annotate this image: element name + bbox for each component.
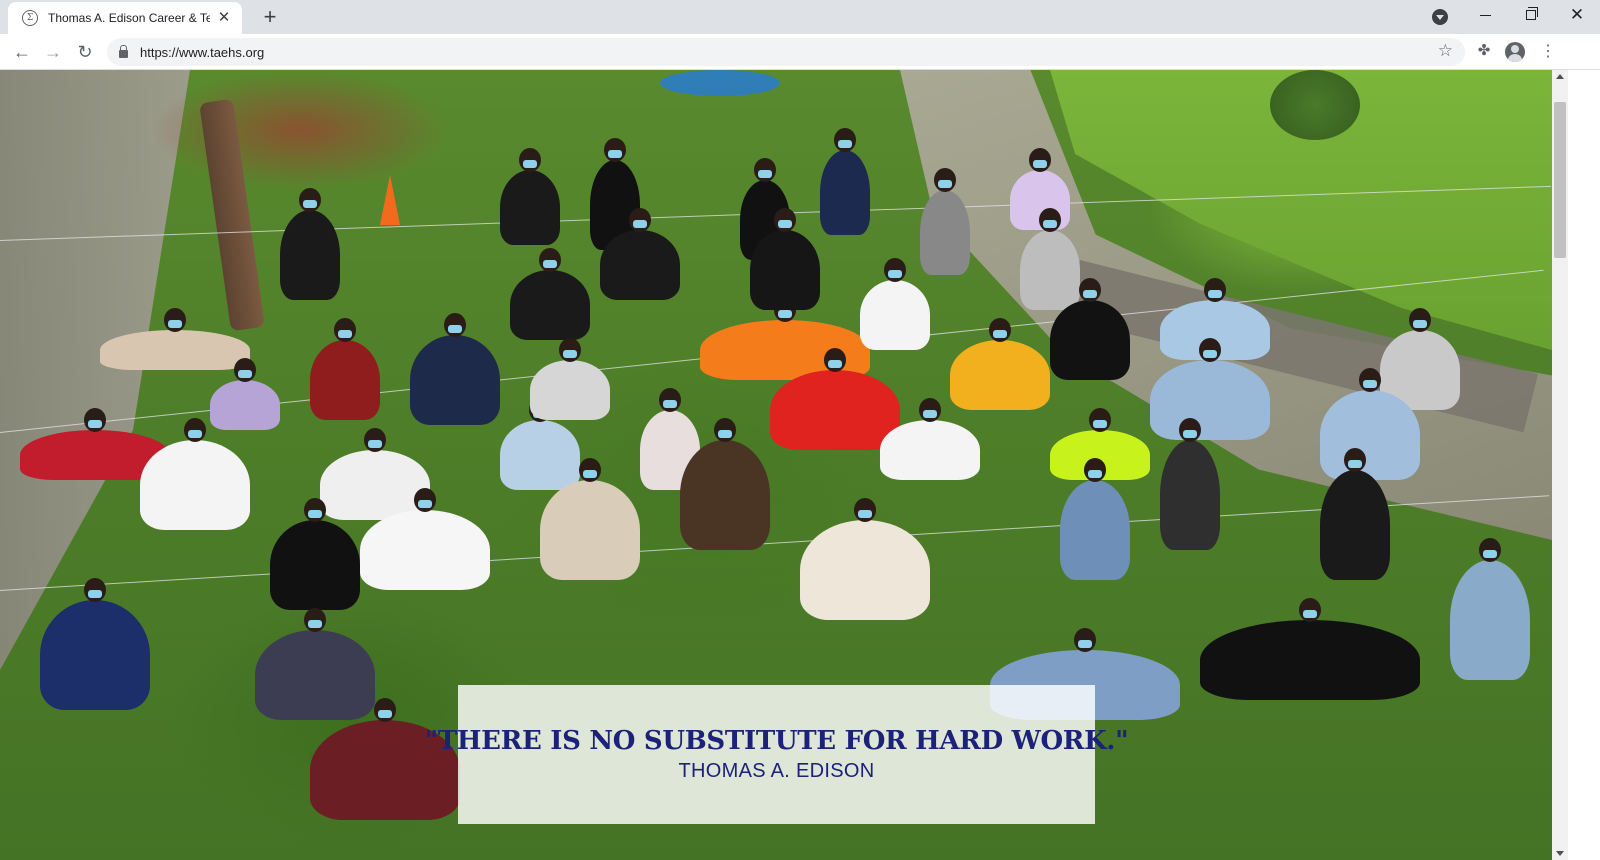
lock-icon[interactable]	[119, 45, 128, 58]
browser-tab[interactable]: Σ Thomas A. Edison Career & Technical ✕	[8, 2, 242, 34]
restore-icon[interactable]	[1508, 0, 1554, 30]
student	[1060, 458, 1130, 580]
profile-icon[interactable]	[1505, 42, 1525, 62]
more-vert-icon[interactable]: ⋮	[1538, 42, 1558, 62]
vertical-scrollbar[interactable]	[1552, 70, 1568, 860]
close-icon[interactable]: ✕	[216, 10, 232, 26]
student	[950, 318, 1050, 410]
student	[310, 318, 380, 420]
student	[280, 188, 340, 300]
student	[800, 498, 930, 620]
student	[40, 578, 150, 710]
close-window-icon[interactable]: ✕	[1554, 0, 1600, 30]
quote-banner: "THERE IS NO SUBSTITUTE FOR HARD WORK." …	[425, 685, 1129, 824]
student	[920, 168, 970, 275]
student	[255, 608, 375, 720]
extensions-icon[interactable]: ✤	[1474, 41, 1494, 61]
student	[860, 258, 930, 350]
minimize-icon[interactable]	[1462, 0, 1508, 30]
quote-text: "THERE IS NO SUBSTITUTE FOR HARD WORK."	[424, 726, 1129, 756]
student	[1020, 208, 1080, 310]
arrow-left-icon[interactable]: ←	[10, 40, 34, 64]
student	[1320, 368, 1420, 480]
student	[820, 128, 870, 235]
student	[750, 208, 820, 310]
tab-title: Thomas A. Edison Career & Technical	[48, 11, 210, 25]
student	[770, 348, 900, 450]
student	[530, 338, 610, 420]
student	[1450, 538, 1530, 680]
student	[500, 148, 560, 245]
scroll-up-arrow-icon[interactable]	[1556, 74, 1564, 79]
student	[410, 313, 500, 425]
tab-search-icon[interactable]	[1432, 9, 1448, 25]
plus-icon[interactable]: +	[258, 6, 282, 30]
student	[500, 398, 580, 490]
browser-toolbar: ← → ↻ https://www.taehs.org ☆ ✤ ⋮	[0, 34, 1600, 70]
school-crest-icon: Σ	[22, 10, 38, 26]
student	[140, 418, 250, 530]
student	[1200, 598, 1420, 700]
scroll-thumb[interactable]	[1554, 102, 1566, 258]
student	[320, 428, 430, 520]
student	[360, 488, 490, 590]
student	[100, 308, 250, 370]
student	[210, 358, 280, 430]
tab-strip: Σ Thomas A. Edison Career & Technical ✕ …	[0, 0, 1600, 34]
student	[680, 418, 770, 550]
arrow-right-icon[interactable]: →	[41, 40, 65, 64]
scroll-down-arrow-icon[interactable]	[1556, 851, 1564, 856]
student	[1050, 278, 1130, 380]
student	[1160, 418, 1220, 550]
student	[270, 498, 360, 610]
student	[1320, 448, 1390, 580]
page-viewport: "THERE IS NO SUBSTITUTE FOR HARD WORK." …	[0, 70, 1552, 860]
url-text[interactable]: https://www.taehs.org	[140, 45, 264, 60]
star-icon[interactable]: ☆	[1438, 41, 1453, 61]
student	[880, 398, 980, 480]
student	[600, 208, 680, 300]
student	[1150, 338, 1270, 440]
address-bar[interactable]: https://www.taehs.org ☆	[107, 38, 1465, 66]
student	[540, 458, 640, 580]
quote-author: THOMAS A. EDISON	[678, 760, 875, 782]
reload-icon[interactable]: ↻	[73, 40, 97, 64]
student	[510, 248, 590, 340]
